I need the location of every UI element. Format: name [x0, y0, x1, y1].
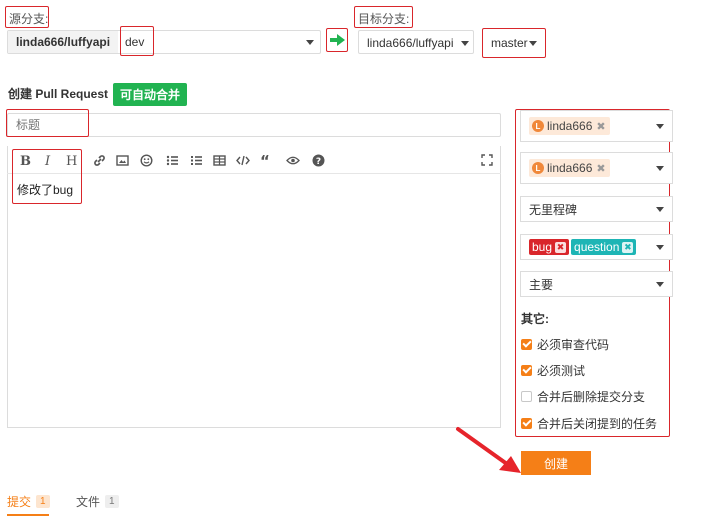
code-icon[interactable] [236, 154, 250, 167]
other-options-label: 其它: [521, 312, 549, 326]
tab-label: 提交 [7, 495, 32, 509]
ordered-list-icon[interactable] [190, 154, 203, 167]
tab-count-badge: 1 [36, 495, 50, 508]
chevron-down-icon [656, 245, 664, 250]
source-label-highlight [5, 6, 49, 28]
link-icon[interactable] [93, 154, 106, 167]
tab-count-badge: 1 [105, 495, 119, 508]
target-branch-value: master [491, 36, 528, 50]
chevron-down-icon [306, 40, 314, 45]
chevron-down-icon [656, 282, 664, 287]
checkbox-unchecked[interactable] [521, 391, 532, 402]
reviewer-chip: L linda666 ✖ [529, 117, 610, 135]
image-icon[interactable] [116, 154, 129, 167]
label-tag-question: question ✖ [571, 239, 637, 255]
reviewer-name: linda666 [547, 119, 593, 133]
tester-select[interactable]: L linda666 ✖ [520, 152, 673, 184]
label-tag-bug: bug ✖ [529, 239, 570, 255]
avatar: L [532, 162, 544, 174]
priority-value: 主要 [529, 277, 554, 292]
chevron-down-icon [656, 124, 664, 129]
help-icon[interactable]: ? [312, 154, 325, 167]
emoji-icon[interactable] [140, 154, 153, 167]
remove-icon[interactable]: ✖ [555, 241, 567, 253]
tab-label: 文件 [76, 495, 101, 509]
svg-text:?: ? [316, 157, 321, 167]
page-title: 创建 Pull Request [8, 87, 109, 101]
tester-name: linda666 [547, 161, 593, 175]
chevron-down-icon [461, 41, 469, 46]
option-label: 必须审查代码 [537, 338, 610, 352]
target-repo-select[interactable]: linda666/luffyapi [358, 30, 474, 54]
label-tag-text: bug [532, 240, 553, 254]
target-repo-value: linda666/luffyapi [367, 36, 454, 50]
labels-select[interactable]: bug ✖ question ✖ [520, 234, 673, 260]
option-close-issues[interactable]: 合并后关闭提到的任务 [521, 415, 657, 432]
checkbox-checked[interactable] [521, 339, 532, 350]
source-branch-highlight [120, 26, 154, 56]
table-icon[interactable] [213, 154, 226, 167]
option-require-review[interactable]: 必须审查代码 [521, 336, 609, 353]
reviewer-select[interactable]: L linda666 ✖ [520, 110, 673, 142]
chevron-down-icon [656, 207, 664, 212]
compare-arrow-button[interactable] [326, 28, 348, 52]
option-label: 必须测试 [537, 364, 586, 378]
bullet-list-icon[interactable] [166, 154, 179, 167]
source-branch-select[interactable]: linda666/luffyapi dev [7, 30, 321, 54]
auto-merge-badge: 可自动合并 [113, 83, 188, 106]
tab-commits[interactable]: 提交 1 [7, 493, 50, 510]
option-label: 合并后关闭提到的任务 [537, 417, 658, 431]
arrow-right-icon [329, 34, 345, 46]
tab-files[interactable]: 文件 1 [76, 493, 119, 510]
tester-chip: L linda666 ✖ [529, 159, 610, 177]
priority-select[interactable]: 主要 [520, 271, 673, 297]
create-button[interactable]: 创建 [521, 451, 591, 475]
target-label-highlight [354, 6, 413, 28]
fullscreen-icon[interactable] [481, 154, 493, 166]
chevron-down-icon [656, 166, 664, 171]
editor-body-text[interactable]: 修改了bug [17, 181, 73, 198]
avatar: L [532, 120, 544, 132]
milestone-select[interactable]: 无里程碑 [520, 196, 673, 222]
option-label: 合并后删除提交分支 [537, 390, 646, 404]
target-branch-select[interactable]: master [482, 28, 546, 58]
milestone-value: 无里程碑 [529, 202, 578, 217]
preview-eye-icon[interactable] [286, 154, 300, 167]
source-repo-name: linda666/luffyapi [8, 31, 118, 53]
chevron-down-icon [529, 41, 537, 46]
option-delete-branch[interactable]: 合并后删除提交分支 [521, 388, 645, 405]
option-require-test[interactable]: 必须测试 [521, 362, 585, 379]
checkbox-checked[interactable] [521, 365, 532, 376]
annotation-arrow-icon [456, 427, 521, 473]
label-tag-text: question [574, 240, 620, 254]
remove-icon[interactable]: ✖ [622, 241, 634, 253]
title-input-highlight [6, 109, 89, 137]
remove-icon[interactable]: ✖ [596, 120, 605, 133]
tab-active-underline [7, 514, 49, 516]
quote-icon[interactable]: “ [260, 152, 270, 170]
remove-icon[interactable]: ✖ [596, 162, 605, 175]
